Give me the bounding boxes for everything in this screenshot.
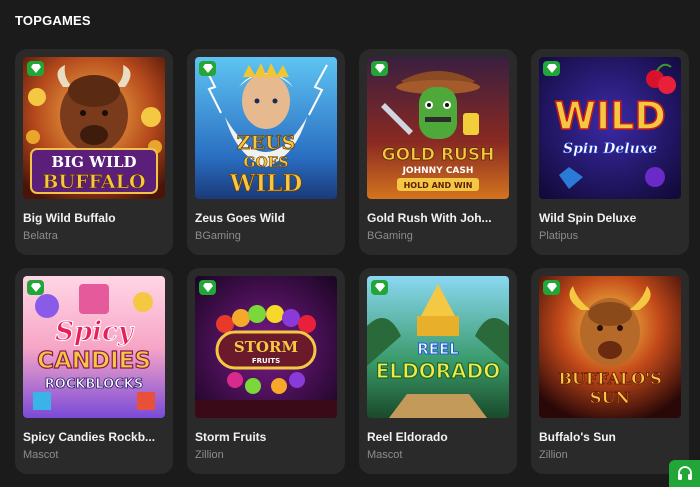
diamond-badge-icon [199, 61, 216, 76]
game-title: Gold Rush With Joh... [367, 211, 492, 225]
game-provider: BGaming [367, 230, 413, 242]
art-title-line-1: GOLD RUSH [382, 145, 495, 165]
art-title-line-1: ZEUS [237, 132, 296, 154]
game-art: GOLD RUSH JOHNNY CASH HOLD AND WIN [367, 57, 509, 199]
game-title: Spicy Candies Rockb... [23, 430, 156, 444]
game-provider: Zillion [539, 449, 568, 461]
game-card-storm-fruits[interactable]: STORM FRUITS Storm Fruits Zillion [187, 268, 345, 474]
art-title-line-1: Spicy [55, 317, 135, 347]
game-provider: Platipus [539, 230, 579, 242]
headset-icon [677, 465, 692, 480]
game-art: ZEUS GOES WILD [195, 57, 337, 199]
game-title: Buffalo's Sun [539, 430, 616, 444]
game-thumbnail[interactable]: GOLD RUSH JOHNNY CASH HOLD AND WIN [367, 57, 509, 199]
game-card-wild-spin-deluxe[interactable]: WILD Spin Deluxe Wild Spin Deluxe Platip… [531, 49, 689, 255]
art-title-line-2: BUFFALO [42, 171, 145, 193]
game-card-spicy-candies[interactable]: Spicy CANDIES ROCKBLOCKS Spicy Candies R… [15, 268, 173, 474]
art-title-line-2: JOHNNY CASH [402, 166, 474, 176]
game-title: Storm Fruits [195, 430, 267, 444]
art-title-line-1: BIG WILD [51, 153, 136, 171]
games-grid: BIG WILD BUFFALO Big Wild Buffalo Belatr… [15, 49, 689, 474]
art-title-line-1: BUFFALO'S [558, 369, 661, 388]
game-card-reel-eldorado[interactable]: REEL ELDORADO Reel Eldorado Mascot [359, 268, 517, 474]
support-chat-button[interactable] [669, 460, 700, 487]
game-provider: Mascot [23, 449, 59, 461]
game-art: BIG WILD BUFFALO [23, 57, 165, 199]
game-provider: BGaming [195, 230, 241, 242]
art-title-line-3: HOLD AND WIN [404, 181, 473, 190]
game-title: Reel Eldorado [367, 430, 448, 444]
game-card-gold-rush[interactable]: GOLD RUSH JOHNNY CASH HOLD AND WIN Gold … [359, 49, 517, 255]
art-title-line-2: CANDIES [37, 348, 151, 374]
diamond-badge-icon [199, 280, 216, 295]
game-provider: Zillion [195, 449, 224, 461]
section-title: TOPGAMES [15, 13, 91, 28]
game-card-buffalos-sun[interactable]: BUFFALO'S SUN Buffalo's Sun Zillion [531, 268, 689, 474]
art-title-line-2: Spin Deluxe [563, 141, 657, 157]
diamond-badge-icon [27, 61, 44, 76]
game-title: Big Wild Buffalo [23, 211, 116, 225]
game-title: Zeus Goes Wild [195, 211, 285, 225]
diamond-badge-icon [371, 61, 388, 76]
game-thumbnail[interactable]: BIG WILD BUFFALO [23, 57, 165, 199]
game-card-zeus-goes-wild[interactable]: ZEUS GOES WILD Zeus Goes Wild BGaming [187, 49, 345, 255]
diamond-badge-icon [27, 280, 44, 295]
art-title-line-1: REEL [417, 340, 459, 358]
game-art: Spicy CANDIES ROCKBLOCKS [23, 276, 165, 418]
game-provider: Belatra [23, 230, 58, 242]
game-title: Wild Spin Deluxe [539, 211, 637, 225]
game-thumbnail[interactable]: Spicy CANDIES ROCKBLOCKS [23, 276, 165, 418]
diamond-badge-icon [371, 280, 388, 295]
diamond-badge-icon [543, 61, 560, 76]
art-title-line-2: FRUITS [252, 357, 280, 365]
game-card-big-wild-buffalo[interactable]: BIG WILD BUFFALO Big Wild Buffalo Belatr… [15, 49, 173, 255]
game-thumbnail[interactable]: STORM FRUITS [195, 276, 337, 418]
art-title-line-2: GOES [244, 155, 289, 171]
art-title-line-3: WILD [229, 170, 303, 197]
game-thumbnail[interactable]: BUFFALO'S SUN [539, 276, 681, 418]
game-art: BUFFALO'S SUN [539, 276, 681, 418]
game-art: WILD Spin Deluxe [539, 57, 681, 199]
game-thumbnail[interactable]: ZEUS GOES WILD [195, 57, 337, 199]
art-title-line-2: ELDORADO [376, 359, 501, 383]
art-title-line-1: STORM [234, 338, 298, 356]
game-art: STORM FRUITS [195, 276, 337, 418]
game-thumbnail[interactable]: REEL ELDORADO [367, 276, 509, 418]
art-title-line-1: WILD [554, 94, 666, 138]
art-title-line-2: SUN [590, 388, 630, 407]
game-thumbnail[interactable]: WILD Spin Deluxe [539, 57, 681, 199]
game-art: REEL ELDORADO [367, 276, 509, 418]
game-provider: Mascot [367, 449, 403, 461]
art-title-line-3: ROCKBLOCKS [45, 377, 143, 392]
diamond-badge-icon [543, 280, 560, 295]
